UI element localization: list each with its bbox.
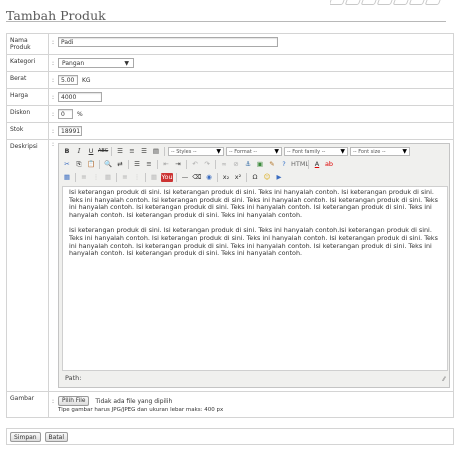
weight-input[interactable]: 5.00 bbox=[58, 75, 78, 85]
format-dropdown[interactable]: -- Format -- ▼ bbox=[226, 147, 282, 156]
file-status: Tidak ada file yang dipilih bbox=[95, 397, 173, 405]
background-color-icon[interactable]: ab bbox=[324, 160, 334, 169]
category-label: Kategori bbox=[6, 54, 49, 72]
align-left-icon[interactable]: ☰ bbox=[115, 147, 125, 156]
form-row-name: Nama Produk : Padi bbox=[6, 33, 454, 55]
form-row-description: Deskripsi : B I U ABC ☰ ≡ ☰ ▤ -- Styles … bbox=[6, 139, 454, 392]
stock-label: Stok bbox=[6, 122, 49, 140]
choose-file-button[interactable]: Pilih File bbox=[58, 396, 90, 406]
bold-icon[interactable]: B bbox=[62, 147, 72, 156]
font-family-dropdown[interactable]: -- Font family -- ▼ bbox=[284, 147, 348, 156]
form-row-weight: Berat :5.00 KG bbox=[6, 71, 454, 89]
visual-aid-icon[interactable]: ◉ bbox=[204, 173, 214, 182]
form-row-stock: Stok :18991 bbox=[6, 122, 454, 140]
cell-props-icon[interactable]: ▦ bbox=[149, 173, 159, 182]
underline-icon[interactable]: U bbox=[86, 147, 96, 156]
stock-input[interactable]: 18991 bbox=[58, 126, 82, 136]
discount-unit: % bbox=[77, 110, 83, 118]
form-row-category: Kategori : Pangan ▼ bbox=[6, 54, 454, 72]
table-column-icon[interactable]: ⋮ bbox=[91, 173, 101, 182]
text-color-icon[interactable]: A bbox=[312, 160, 322, 169]
help-icon[interactable]: ? bbox=[279, 160, 289, 169]
outdent-icon[interactable]: ⇤ bbox=[161, 160, 171, 169]
form-row-discount: Diskon :0% bbox=[6, 105, 454, 123]
horizontal-rule-icon[interactable]: — bbox=[180, 173, 190, 182]
name-input[interactable]: Padi bbox=[58, 37, 278, 47]
table-row-icon[interactable]: ≣ bbox=[79, 173, 89, 182]
cut-icon[interactable]: ✂ bbox=[62, 160, 72, 169]
discount-label: Diskon bbox=[6, 105, 49, 123]
strikethrough-icon[interactable]: ABC bbox=[98, 147, 108, 156]
special-char-icon[interactable]: Ω bbox=[250, 173, 260, 182]
description-paragraph-1: Isi keterangan produk di sini. Isi keter… bbox=[69, 188, 438, 219]
resize-handle-icon[interactable]: ⁄⁄ bbox=[443, 376, 445, 383]
undo-icon[interactable]: ↶ bbox=[190, 160, 200, 169]
split-cells-icon[interactable]: ⋮ bbox=[132, 173, 142, 182]
youtube-icon[interactable]: You bbox=[161, 173, 173, 182]
image-hint: Tipe gambar harus JPG/JPEG dan ukuran le… bbox=[58, 407, 224, 413]
chevron-down-icon: ▼ bbox=[216, 148, 221, 155]
numbered-list-icon[interactable]: ≡ bbox=[144, 160, 154, 169]
copy-icon[interactable]: ⎘ bbox=[74, 160, 84, 169]
align-justify-icon[interactable]: ▤ bbox=[151, 147, 161, 156]
discount-input[interactable]: 0 bbox=[58, 109, 73, 119]
product-form: Nama Produk : Padi Kategori : Pangan ▼ Bera… bbox=[6, 33, 454, 418]
save-button[interactable]: Simpan bbox=[10, 432, 41, 442]
image-icon[interactable]: ▣ bbox=[255, 160, 265, 169]
styles-dropdown[interactable]: -- Styles -- ▼ bbox=[168, 147, 224, 156]
align-center-icon[interactable]: ≡ bbox=[127, 147, 137, 156]
link-icon[interactable]: ∞ bbox=[219, 160, 229, 169]
editor-toolbar-row-1: B I U ABC ☰ ≡ ☰ ▤ -- Styles -- ▼ -- Forma… bbox=[62, 146, 446, 157]
editor-path-bar: Path: bbox=[65, 374, 82, 382]
html-source-icon[interactable]: HTML bbox=[291, 160, 309, 169]
form-actions: Simpan Batal bbox=[6, 428, 454, 445]
replace-icon[interactable]: ⇄ bbox=[115, 160, 125, 169]
page-title: Tambah Produk bbox=[6, 2, 446, 23]
remove-format-icon[interactable]: ⌫ bbox=[192, 173, 202, 182]
chevron-down-icon: ▼ bbox=[402, 148, 407, 155]
merge-cells-icon[interactable]: ≣ bbox=[120, 173, 130, 182]
description-paragraph-2: Isi keterangan produk di sini. Isi keter… bbox=[69, 226, 438, 258]
media-icon[interactable]: ▶ bbox=[274, 173, 284, 182]
name-label: Nama Produk bbox=[6, 33, 49, 55]
weight-unit: KG bbox=[82, 76, 91, 84]
font-size-dropdown[interactable]: -- Font size -- ▼ bbox=[350, 147, 410, 156]
emoticon-icon[interactable]: ☺ bbox=[262, 173, 272, 182]
bullet-list-icon[interactable]: ☰ bbox=[132, 160, 142, 169]
find-icon[interactable]: 🔍 bbox=[103, 160, 113, 169]
anchor-icon[interactable]: ⚓ bbox=[243, 160, 253, 169]
description-label: Deskripsi bbox=[6, 139, 49, 392]
subscript-icon[interactable]: x₂ bbox=[221, 173, 231, 182]
cleanup-icon[interactable]: ✎ bbox=[267, 160, 277, 169]
redo-icon[interactable]: ↷ bbox=[202, 160, 212, 169]
price-label: Harga bbox=[6, 88, 49, 106]
cancel-button[interactable]: Batal bbox=[44, 432, 69, 442]
italic-icon[interactable]: I bbox=[74, 147, 84, 156]
superscript-icon[interactable]: x² bbox=[233, 173, 243, 182]
category-select[interactable]: Pangan ▼ bbox=[58, 58, 134, 68]
price-input[interactable]: 4000 bbox=[58, 92, 102, 102]
editor-content-area[interactable]: Isi keterangan produk di sini. Isi keter… bbox=[62, 186, 448, 371]
image-label: Gambar bbox=[6, 391, 49, 418]
insert-table-icon[interactable]: ▦ bbox=[62, 173, 72, 182]
unlink-icon[interactable]: ⊘ bbox=[231, 160, 241, 169]
table-props-icon[interactable]: ▦ bbox=[103, 173, 113, 182]
weight-label: Berat bbox=[6, 71, 49, 89]
paste-icon[interactable]: 📋 bbox=[86, 160, 96, 169]
form-row-image: Gambar : Pilih File Tidak ada file yang d… bbox=[6, 391, 454, 418]
indent-icon[interactable]: ⇥ bbox=[173, 160, 183, 169]
editor-toolbar-row-2: ✂ ⎘ 📋 🔍 ⇄ ☰ ≡ ⇤ ⇥ ↶ ↷ ∞ ⊘ ⚓ ▣ ✎ ? HTML A… bbox=[62, 159, 446, 170]
align-right-icon[interactable]: ☰ bbox=[139, 147, 149, 156]
form-row-price: Harga :4000 bbox=[6, 88, 454, 106]
rich-text-editor: B I U ABC ☰ ≡ ☰ ▤ -- Styles -- ▼ -- Forma… bbox=[58, 143, 450, 388]
editor-toolbar-row-3: ▦ ≣ ⋮ ▦ ≣ ⋮ ▦ You — ⌫ ◉ x₂ x² Ω ☺ ▶ bbox=[62, 172, 446, 183]
chevron-down-icon: ▼ bbox=[124, 60, 129, 67]
header-logo-fragment bbox=[330, 0, 454, 5]
chevron-down-icon: ▼ bbox=[274, 148, 279, 155]
chevron-down-icon: ▼ bbox=[340, 148, 345, 155]
